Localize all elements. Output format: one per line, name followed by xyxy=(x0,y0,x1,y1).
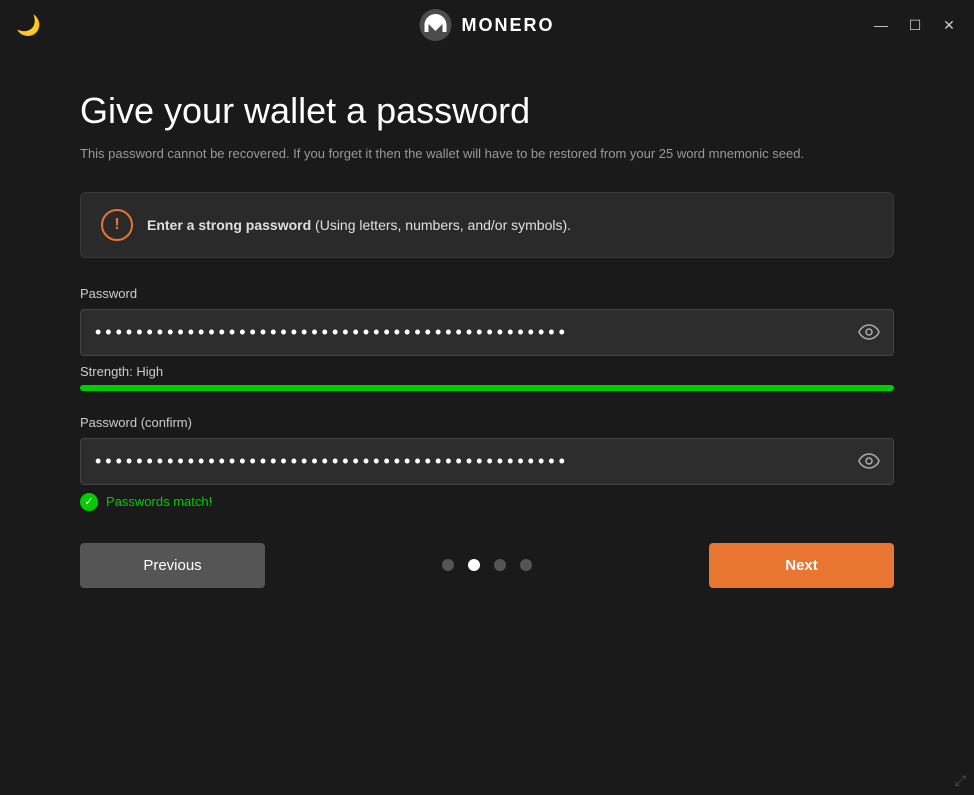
close-button[interactable]: ✕ xyxy=(940,16,958,34)
confirm-password-input-wrapper xyxy=(80,438,894,485)
password-label: Password xyxy=(80,286,894,301)
progress-dots xyxy=(442,559,532,571)
page-subtitle: This password cannot be recovered. If yo… xyxy=(80,144,894,164)
password-input[interactable] xyxy=(80,309,894,356)
warning-text-bold: Enter a strong password xyxy=(147,217,311,233)
progress-dot-2 xyxy=(468,559,480,571)
progress-dot-4 xyxy=(520,559,532,571)
warning-box: ! Enter a strong password (Using letters… xyxy=(80,192,894,258)
passwords-match-message: ✓ Passwords match! xyxy=(80,493,894,511)
eye-icon xyxy=(858,324,880,340)
confirm-password-label: Password (confirm) xyxy=(80,415,894,430)
app-title: MONERO xyxy=(462,15,555,36)
navigation-row: Previous Next xyxy=(80,543,894,588)
strength-bar-fill xyxy=(80,385,894,391)
progress-dot-1 xyxy=(442,559,454,571)
progress-dot-3 xyxy=(494,559,506,571)
minimize-button[interactable]: — xyxy=(872,16,890,34)
warning-text-rest: (Using letters, numbers, and/or symbols)… xyxy=(311,217,571,233)
confirm-eye-icon xyxy=(858,453,880,469)
resize-handle: ⤢ xyxy=(955,772,966,789)
warning-icon: ! xyxy=(101,209,133,241)
password-toggle-visibility-button[interactable] xyxy=(858,324,880,340)
monero-logo-icon xyxy=(420,9,452,41)
check-circle-icon: ✓ xyxy=(80,493,98,511)
main-content: Give your wallet a password This passwor… xyxy=(0,50,974,628)
password-input-wrapper xyxy=(80,309,894,356)
confirm-password-input[interactable] xyxy=(80,438,894,485)
strength-label: Strength: High xyxy=(80,364,894,379)
titlebar-center: MONERO xyxy=(420,9,555,41)
titlebar-controls: — ☐ ✕ xyxy=(872,16,958,34)
confirm-password-toggle-visibility-button[interactable] xyxy=(858,453,880,469)
strength-bar-background xyxy=(80,385,894,391)
previous-button[interactable]: Previous xyxy=(80,543,265,588)
match-text: Passwords match! xyxy=(106,494,212,509)
moon-icon: 🌙 xyxy=(16,13,41,38)
warning-text: Enter a strong password (Using letters, … xyxy=(147,217,571,233)
page-title: Give your wallet a password xyxy=(80,90,894,132)
maximize-button[interactable]: ☐ xyxy=(906,16,924,34)
titlebar-left: 🌙 xyxy=(16,13,41,38)
next-button[interactable]: Next xyxy=(709,543,894,588)
titlebar: 🌙 MONERO — ☐ ✕ xyxy=(0,0,974,50)
